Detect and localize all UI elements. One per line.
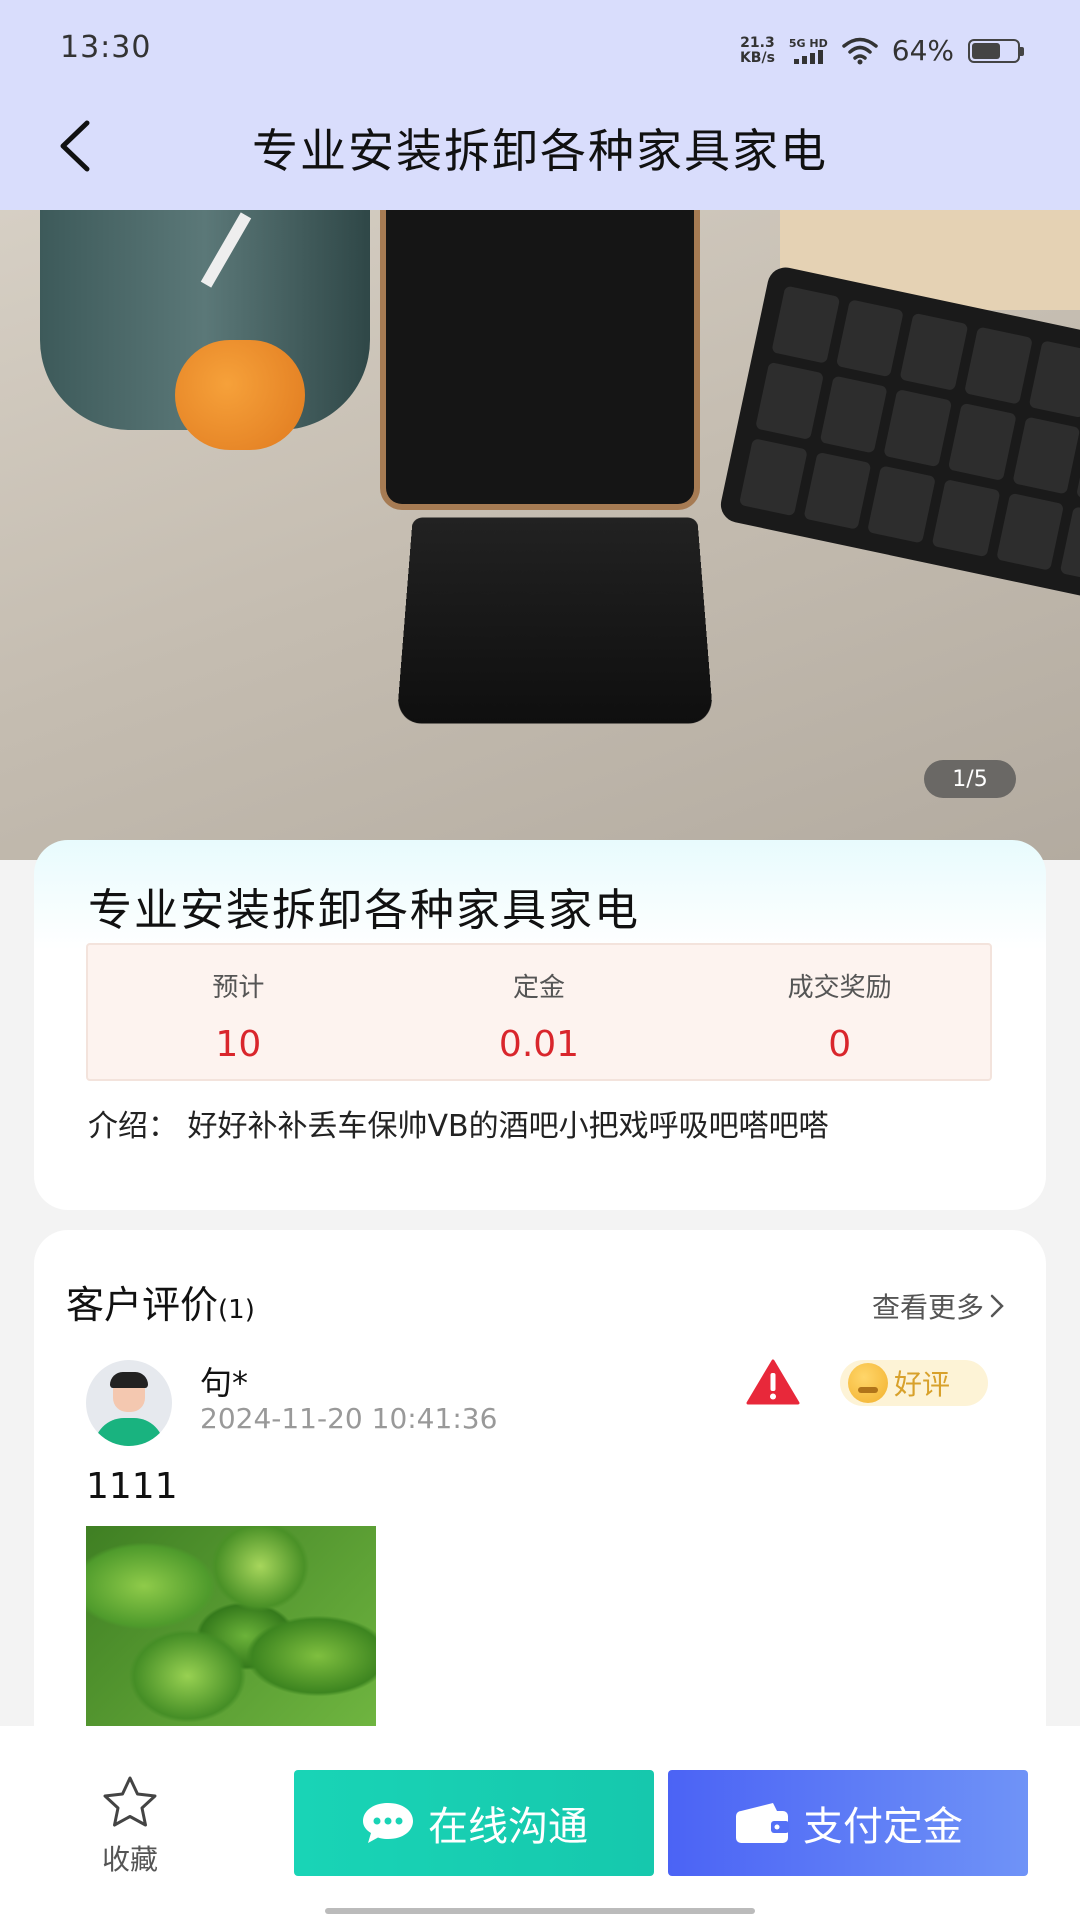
chat-bubble-icon [363,1803,413,1843]
battery-fill [972,42,1001,59]
pay-deposit-button[interactable]: 支付定金 [668,1770,1028,1876]
wifi-icon [842,37,878,64]
top-bar: 13:30 21.3 KB/s 5G HD 64% 专业安装拆卸各种家具家电 [0,0,1080,210]
battery-icon [968,38,1024,63]
avatar [86,1360,172,1446]
stat-value: 10 [215,1024,262,1065]
favorite-button[interactable]: 收藏 [90,1774,170,1878]
smile-emoji-icon [848,1363,888,1403]
reviews-count: (1) [218,1295,255,1325]
reviewer-name: 句* [200,1364,249,1402]
signal-icon: 5G HD [789,37,828,64]
home-indicator[interactable] [325,1908,755,1914]
service-info-card: 专业安装拆卸各种家具家电 预计 10 定金 0.01 成交奖励 0 介绍： 好好… [34,840,1046,1210]
network-speed: 21.3 KB/s [739,34,775,66]
reviews-card: 客户评价(1) 查看更多 句* 2024-11-20 10:41:36 好评 1… [34,1230,1046,1790]
warning-icon[interactable] [746,1358,800,1406]
page-title: 专业安装拆卸各种家具家电 [252,124,828,178]
bottom-action-bar: 收藏 在线沟通 支付定金 [0,1726,1080,1920]
review-text: 1111 [86,1466,178,1507]
stat-estimate: 预计 10 [88,945,389,1079]
stat-label: 成交奖励 [787,973,892,1003]
stat-reward: 成交奖励 0 [689,945,990,1079]
price-stats: 预计 10 定金 0.01 成交奖励 0 [86,943,992,1081]
online-chat-button[interactable]: 在线沟通 [294,1770,654,1876]
battery-percent: 64% [891,34,954,67]
see-more-link[interactable]: 查看更多 [872,1286,1006,1326]
stat-label: 定金 [513,973,566,1003]
gallery-page-indicator: 1/5 [924,760,1016,798]
stat-value: 0 [828,1024,852,1065]
chevron-right-icon [990,1294,1004,1318]
rating-badge: 好评 [840,1360,988,1406]
stat-label: 预计 [212,973,265,1003]
stat-value: 0.01 [498,1024,580,1065]
status-icons: 21.3 KB/s 5G HD 64% [739,34,1024,67]
reviews-heading: 客户评价(1) [66,1283,255,1327]
stat-deposit: 定金 0.01 [389,945,690,1079]
review-photo[interactable] [86,1526,376,1726]
review-time: 2024-11-20 10:41:36 [200,1402,498,1435]
image-gallery[interactable]: 1/5 [0,210,1080,860]
favorite-label: 收藏 [101,1843,158,1876]
status-time: 13:30 [60,30,152,65]
star-icon [103,1776,157,1827]
service-intro: 介绍： 好好补补丢车保帅VB的酒吧小把戏呼吸吧嗒吧嗒 [88,1109,829,1144]
service-title: 专业安装拆卸各种家具家电 [88,885,640,936]
wallet-icon [736,1803,789,1843]
